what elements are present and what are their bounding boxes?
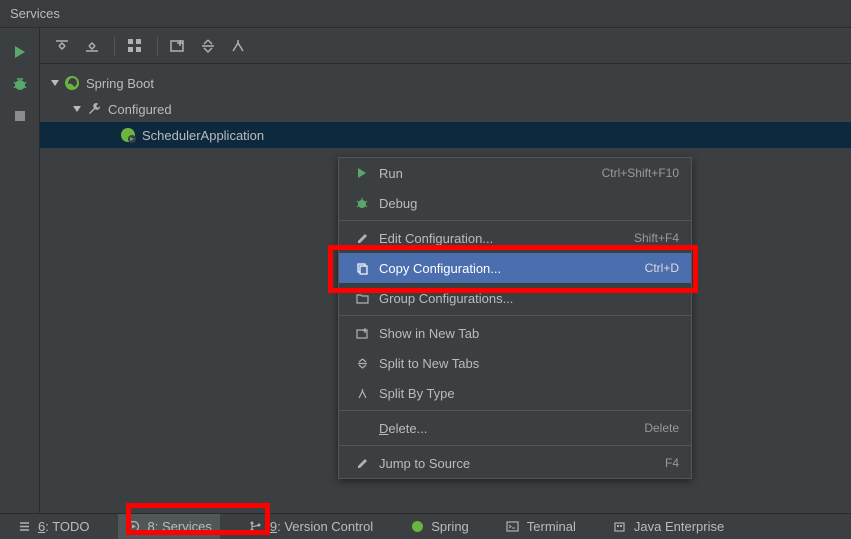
menu-edit-config[interactable]: Edit Configuration... Shift+F4 — [339, 223, 691, 253]
split-type-icon[interactable] — [224, 32, 252, 60]
menu-delete[interactable]: Delete... Delete — [339, 413, 691, 443]
group-by-icon[interactable] — [121, 32, 149, 60]
collapse-all-icon[interactable] — [78, 32, 106, 60]
bottom-toolwindow-bar: 6: TODO 8: Services 9: Version Control S… — [0, 513, 851, 539]
bug-icon — [351, 196, 373, 210]
menu-label: Show in New Tab — [379, 326, 679, 341]
menu-shortcut: Delete — [644, 421, 679, 435]
menu-shortcut: Shift+F4 — [634, 231, 679, 245]
tab-label: Java Enterprise — [634, 519, 724, 534]
menu-label: Split to New Tabs — [379, 356, 679, 371]
menu-label: Debug — [379, 196, 679, 211]
menu-split-tabs[interactable]: Split to New Tabs — [339, 348, 691, 378]
toolbar-separator — [157, 36, 158, 56]
menu-label: Edit Configuration... — [379, 231, 634, 246]
expand-all-icon[interactable] — [48, 32, 76, 60]
menu-group-config[interactable]: Group Configurations... — [339, 283, 691, 313]
wrench-icon — [84, 102, 104, 116]
terminal-icon — [505, 520, 521, 533]
spring-run-icon — [118, 127, 138, 143]
menu-debug[interactable]: Debug — [339, 188, 691, 218]
tree-label: SchedulerApplication — [142, 128, 264, 143]
tree-node-springboot[interactable]: Spring Boot — [40, 70, 851, 96]
tab-label: Terminal — [527, 519, 576, 534]
menu-label: Split By Type — [379, 386, 679, 401]
run-button[interactable] — [8, 40, 32, 64]
menu-label: Run — [379, 166, 602, 181]
tab-todo[interactable]: 6: TODO — [8, 514, 98, 539]
menu-jump-source[interactable]: Jump to Source F4 — [339, 448, 691, 478]
menu-copy-config[interactable]: Copy Configuration... Ctrl+D — [339, 253, 691, 283]
services-icon — [126, 520, 142, 533]
folder-icon — [351, 292, 373, 305]
left-gutter — [0, 28, 40, 513]
menu-shortcut: Ctrl+Shift+F10 — [602, 166, 679, 180]
spring-icon — [62, 75, 82, 91]
new-tab-icon — [351, 327, 373, 340]
tab-label: 8: Services — [148, 519, 212, 534]
menu-split-type[interactable]: Split By Type — [339, 378, 691, 408]
debug-button[interactable] — [8, 72, 32, 96]
split-icon — [351, 357, 373, 370]
split-tabs-icon[interactable] — [194, 32, 222, 60]
tab-java-enterprise[interactable]: Java Enterprise — [604, 514, 732, 539]
menu-separator — [339, 315, 691, 316]
tab-label: 9: Version Control — [270, 519, 373, 534]
tree-label: Configured — [108, 102, 172, 117]
list-icon — [16, 520, 32, 533]
chevron-down-icon[interactable] — [70, 104, 84, 114]
panel-title: Services — [10, 6, 60, 21]
split-type-icon — [351, 387, 373, 400]
pencil-icon — [351, 232, 373, 245]
tab-terminal[interactable]: Terminal — [497, 514, 584, 539]
menu-new-tab[interactable]: Show in New Tab — [339, 318, 691, 348]
spring-icon — [409, 520, 425, 533]
menu-shortcut: F4 — [665, 456, 679, 470]
tree-label: Spring Boot — [86, 76, 154, 91]
menu-label: Copy Configuration... — [379, 261, 645, 276]
pencil-icon — [351, 457, 373, 470]
menu-separator — [339, 445, 691, 446]
new-tab-icon[interactable] — [164, 32, 192, 60]
toolbar-separator — [114, 36, 115, 56]
tree-node-configured[interactable]: Configured — [40, 96, 851, 122]
play-icon — [351, 167, 373, 179]
menu-label: Group Configurations... — [379, 291, 679, 306]
branch-icon — [248, 520, 264, 533]
stop-button[interactable] — [8, 104, 32, 128]
tab-label: 6: TODO — [38, 519, 90, 534]
panel-header: Services — [0, 0, 851, 28]
copy-icon — [351, 262, 373, 275]
tab-version-control[interactable]: 9: Version Control — [240, 514, 381, 539]
tab-spring[interactable]: Spring — [401, 514, 477, 539]
menu-separator — [339, 220, 691, 221]
enterprise-icon — [612, 520, 628, 533]
menu-label: Jump to Source — [379, 456, 665, 471]
menu-label: Delete... — [379, 421, 644, 436]
tab-services[interactable]: 8: Services — [118, 514, 220, 539]
chevron-down-icon[interactable] — [48, 78, 62, 88]
context-menu: Run Ctrl+Shift+F10 Debug Edit Configurat… — [338, 157, 692, 479]
tab-label: Spring — [431, 519, 469, 534]
tree-node-scheduler-app[interactable]: SchedulerApplication — [40, 122, 851, 148]
menu-run[interactable]: Run Ctrl+Shift+F10 — [339, 158, 691, 188]
menu-shortcut: Ctrl+D — [645, 261, 679, 275]
services-toolbar — [40, 28, 851, 64]
menu-separator — [339, 410, 691, 411]
